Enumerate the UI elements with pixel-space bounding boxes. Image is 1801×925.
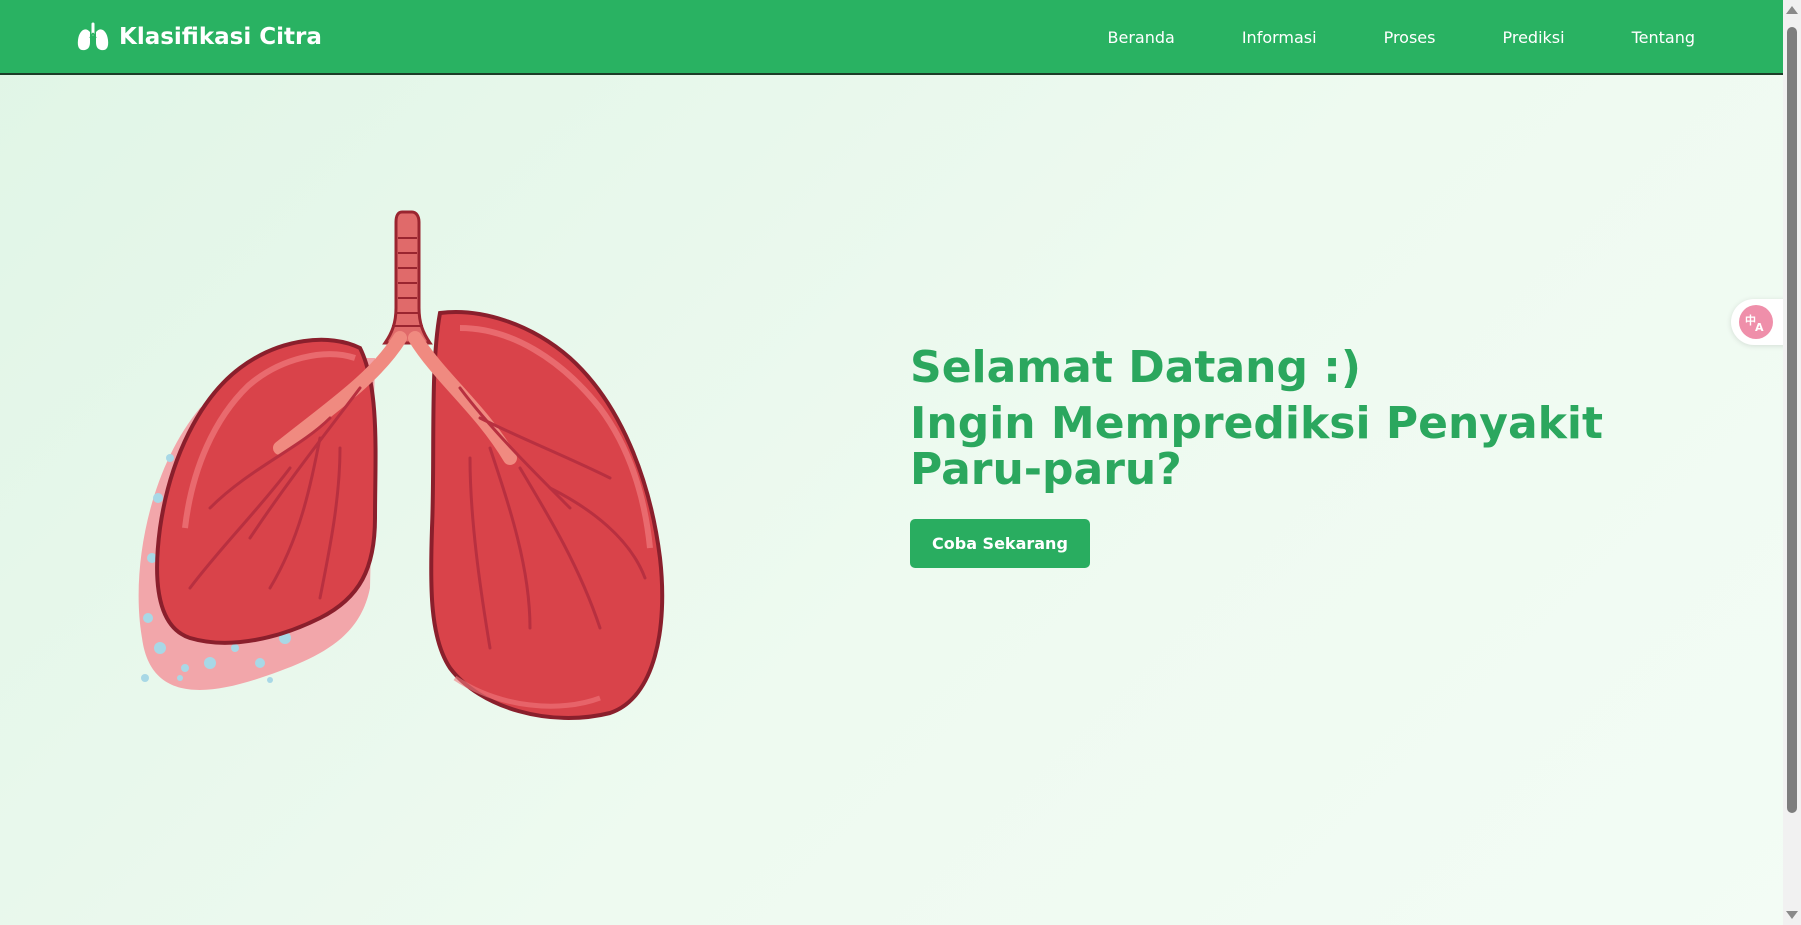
hero-section: Selamat Datang :) Ingin Memprediksi Peny… xyxy=(910,342,1670,568)
lungs-illustration xyxy=(130,208,710,720)
nav-item-prediksi[interactable]: Prediksi xyxy=(1502,28,1564,47)
nav-item-proses[interactable]: Proses xyxy=(1384,28,1436,47)
navbar: Klasifikasi Citra Beranda Informasi Pros… xyxy=(0,0,1783,75)
svg-text:A: A xyxy=(1755,321,1764,333)
scroll-down-arrow-icon[interactable] xyxy=(1786,911,1798,919)
lungs-icon xyxy=(77,22,109,51)
nav-menu: Beranda Informasi Proses Prediksi Tentan… xyxy=(1041,0,1695,75)
scroll-up-arrow-icon[interactable] xyxy=(1786,6,1798,14)
vertical-scrollbar[interactable] xyxy=(1783,0,1801,925)
nav-item-tentang[interactable]: Tentang xyxy=(1632,28,1695,47)
translate-widget[interactable]: 中 A xyxy=(1731,299,1787,345)
brand-logo[interactable]: Klasifikasi Citra xyxy=(77,22,322,52)
brand-name: Klasifikasi Citra xyxy=(119,24,322,50)
translate-icon: 中 A xyxy=(1739,305,1773,339)
lungs-illustration-icon xyxy=(138,210,665,720)
nav-item-informasi[interactable]: Informasi xyxy=(1242,28,1317,47)
scroll-thumb[interactable] xyxy=(1787,27,1797,813)
hero-subtitle: Ingin Memprediksi Penyakit Paru-paru? xyxy=(910,398,1604,496)
hero-title: Selamat Datang :) xyxy=(910,342,1361,393)
nav-item-beranda[interactable]: Beranda xyxy=(1108,28,1175,47)
cta-button[interactable]: Coba Sekarang xyxy=(910,518,1090,568)
